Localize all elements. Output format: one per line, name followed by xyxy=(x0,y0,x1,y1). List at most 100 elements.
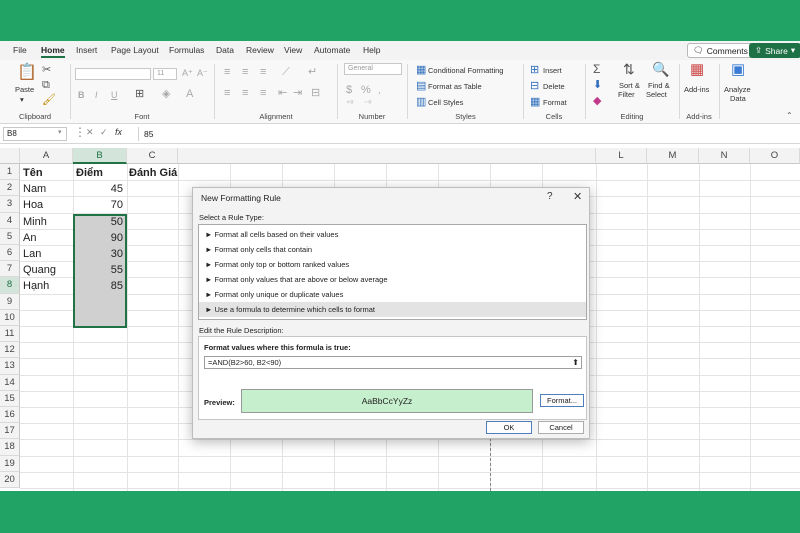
clear-icon[interactable]: ◆ xyxy=(593,96,601,107)
rule-type-item[interactable]: ► Format only values that are above or b… xyxy=(199,272,586,287)
sort-filter-label[interactable]: Sort & xyxy=(619,81,640,90)
score-cell[interactable]: 55 xyxy=(76,262,123,278)
tab-automate[interactable]: Automate xyxy=(314,45,350,55)
rule-formula-input[interactable]: =AND(B2>60, B2<90) ⬆ xyxy=(204,356,582,369)
rule-type-item[interactable]: ► Format all cells based on their values xyxy=(199,227,586,242)
find-select-label-2[interactable]: Select xyxy=(646,90,667,99)
format-painter-icon[interactable]: 🖌 xyxy=(42,95,56,106)
collapse-dialog-icon[interactable]: ⬆ xyxy=(572,357,579,368)
score-cell[interactable]: 90 xyxy=(76,230,123,246)
column-header-m[interactable]: M xyxy=(647,148,699,164)
sort-filter-icon[interactable]: ⇅ xyxy=(623,62,635,76)
align-top-icon[interactable]: ≡ xyxy=(224,67,230,78)
column-header-o[interactable]: O xyxy=(750,148,800,164)
row-header[interactable]: 12 xyxy=(0,342,20,359)
row-header[interactable]: 9 xyxy=(0,293,20,310)
ribbon-collapse-icon[interactable]: ⌃ xyxy=(786,110,793,121)
name-cell[interactable]: Quang xyxy=(23,262,56,278)
cell-a1[interactable]: Tên xyxy=(23,165,43,181)
column-header-n[interactable]: N xyxy=(699,148,750,164)
copy-icon[interactable]: ⧉ xyxy=(42,80,50,91)
tab-page-layout[interactable]: Page Layout xyxy=(111,45,159,55)
fill-icon[interactable]: ⬇ xyxy=(593,80,602,91)
delete-cells-icon[interactable]: ⊟ xyxy=(530,81,539,92)
merge-center-icon[interactable]: ⊟ xyxy=(311,88,320,99)
row-header[interactable]: 19 xyxy=(0,455,20,472)
delete-cells-button[interactable]: Delete xyxy=(543,82,565,91)
find-select-icon[interactable]: 🔍 xyxy=(652,62,669,76)
score-cell[interactable]: 85 xyxy=(76,278,123,294)
row-header[interactable]: 10 xyxy=(0,309,20,326)
comma-style-icon[interactable]: , xyxy=(378,85,381,96)
formula-input[interactable]: 85 xyxy=(138,127,796,141)
cell-styles-icon[interactable]: ▥ xyxy=(416,97,426,108)
insert-cells-icon[interactable]: ⊞ xyxy=(530,65,539,76)
rule-type-item-selected[interactable]: ► Use a formula to determine which cells… xyxy=(199,302,586,317)
number-format-combo[interactable]: General xyxy=(344,63,402,75)
rule-type-item[interactable]: ► Format only cells that contain xyxy=(199,242,586,257)
paste-icon[interactable]: 📋 xyxy=(17,65,37,81)
borders-icon[interactable]: ⊞ xyxy=(135,89,144,100)
select-all-corner[interactable] xyxy=(0,148,20,164)
conditional-formatting-button[interactable]: Conditional Formatting xyxy=(428,66,503,75)
tab-formulas[interactable]: Formulas xyxy=(169,45,204,55)
paste-label[interactable]: Paste xyxy=(15,85,34,94)
row-header[interactable]: 18 xyxy=(0,439,20,456)
row-header[interactable]: 1 xyxy=(0,164,20,181)
align-center-icon[interactable]: ≡ xyxy=(242,88,248,99)
insert-function-icon[interactable]: fx xyxy=(115,127,122,137)
format-cells-button[interactable]: Format xyxy=(543,98,567,107)
row-header[interactable]: 16 xyxy=(0,407,20,424)
row-header[interactable]: 17 xyxy=(0,423,20,440)
tab-review[interactable]: Review xyxy=(246,45,274,55)
decrease-indent-icon[interactable]: ⇤ xyxy=(278,88,287,99)
cell-styles-button[interactable]: Cell Styles xyxy=(428,98,463,107)
row-header[interactable]: 20 xyxy=(0,471,20,488)
paste-chevron-icon[interactable]: ▾ xyxy=(20,95,24,104)
row-header[interactable]: 14 xyxy=(0,374,20,391)
rule-type-item[interactable]: ► Format only top or bottom ranked value… xyxy=(199,257,586,272)
share-button[interactable]: ⇪ Share ▾ xyxy=(749,43,800,58)
row-header[interactable]: 8 xyxy=(0,277,20,294)
ok-button[interactable]: OK xyxy=(486,421,532,434)
cancel-entry-icon[interactable]: ✕ xyxy=(86,127,94,138)
decrease-decimal-icon[interactable]: ⁻⁰ xyxy=(364,98,371,109)
font-shrink-icon[interactable]: A⁻ xyxy=(197,68,208,79)
bold-button[interactable]: B xyxy=(78,90,85,101)
fill-color-icon[interactable]: ◈ xyxy=(162,89,170,100)
cell-b1[interactable]: Điểm xyxy=(76,165,103,181)
tab-data[interactable]: Data xyxy=(216,45,234,55)
row-header[interactable]: 6 xyxy=(0,245,20,262)
font-grow-icon[interactable]: A⁺ xyxy=(182,68,193,79)
confirm-entry-icon[interactable]: ✓ xyxy=(100,127,108,138)
row-header[interactable]: 2 xyxy=(0,180,20,197)
help-icon[interactable]: ? xyxy=(547,191,553,202)
cell-c1[interactable]: Đánh Giá xyxy=(129,165,177,181)
orientation-icon[interactable]: ⟋ xyxy=(282,67,290,78)
autosum-icon[interactable]: Σ xyxy=(593,63,600,75)
row-header[interactable]: 15 xyxy=(0,390,20,407)
format-as-table-button[interactable]: Format as Table xyxy=(428,82,482,91)
percent-icon[interactable]: % xyxy=(361,85,371,96)
addins-icon[interactable]: ▦ xyxy=(690,62,704,77)
font-size-combo[interactable]: 11 xyxy=(153,68,177,80)
analyze-data-label-2[interactable]: Data xyxy=(730,94,746,103)
analyze-data-icon[interactable]: ▣ xyxy=(731,62,745,77)
underline-button[interactable]: U xyxy=(111,90,118,101)
format-button[interactable]: Format... xyxy=(540,394,584,407)
tab-file[interactable]: File xyxy=(13,45,27,55)
find-select-label[interactable]: Find & xyxy=(648,81,670,90)
wrap-text-icon[interactable]: ↵ xyxy=(308,67,317,78)
tab-insert[interactable]: Insert xyxy=(76,45,97,55)
score-cell[interactable]: 45 xyxy=(76,181,123,197)
name-cell[interactable]: Nam xyxy=(23,181,46,197)
column-header-l[interactable]: L xyxy=(596,148,647,164)
align-right-icon[interactable]: ≡ xyxy=(260,88,266,99)
cancel-button[interactable]: Cancel xyxy=(538,421,584,434)
increase-indent-icon[interactable]: ⇥ xyxy=(293,88,302,99)
column-header-a[interactable]: A xyxy=(20,148,73,164)
cut-icon[interactable]: ✂ xyxy=(42,65,51,76)
row-header[interactable]: 11 xyxy=(0,326,20,343)
name-cell[interactable]: Hạnh xyxy=(23,278,49,294)
font-color-icon[interactable]: A xyxy=(186,89,193,100)
